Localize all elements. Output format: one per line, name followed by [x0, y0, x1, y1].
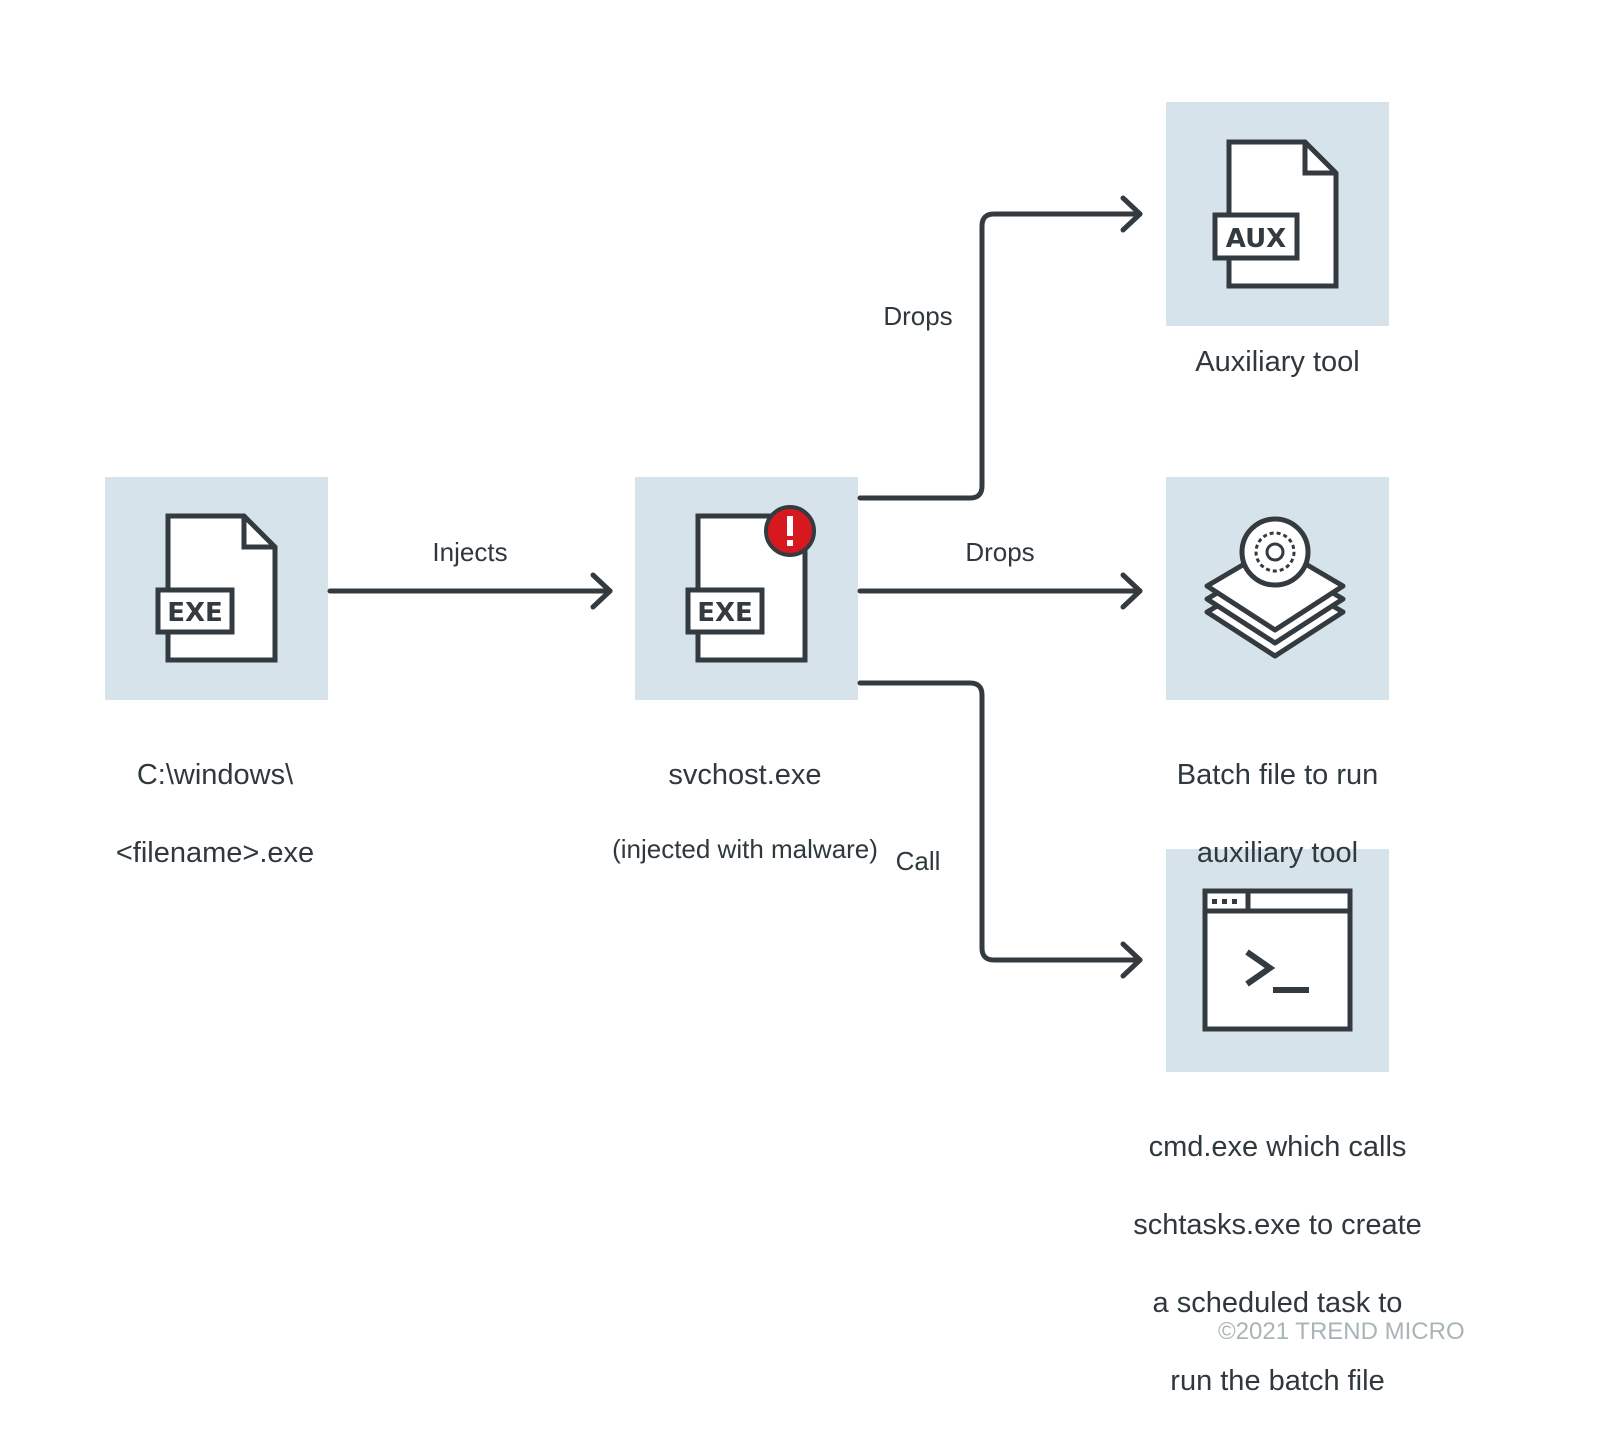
copyright: ©2021 TREND MICRO [1218, 1318, 1465, 1345]
batch-label-line: Batch file to run [1176, 759, 1379, 791]
injects-edge-label: Injects [432, 537, 508, 567]
cmd-node-label: cmd.exe which calls schtasks.exe to crea… [1090, 1089, 1465, 1440]
exe-file-alert-icon: EXE [685, 505, 816, 663]
source-label-line: C:\windows\ [136, 759, 294, 791]
svchost-label: svchost.exe [668, 759, 822, 791]
drops-aux-edge-label: Drops [883, 301, 953, 331]
exe-file-icon: EXE [155, 513, 278, 663]
cmd-label-line: schtasks.exe to create [1133, 1209, 1422, 1241]
batch-label-line: auxiliary tool [1196, 837, 1359, 869]
drops-batch-edge-label: Drops [965, 537, 1035, 567]
source-label-line: <filename>.exe [115, 837, 315, 869]
source-node-label: C:\windows\ <filename>.exe [60, 717, 370, 912]
aux-file-icon: AUX [1212, 139, 1339, 289]
cmd-label-line: cmd.exe which calls [1148, 1131, 1407, 1163]
svg-text:AUX: AUX [1226, 224, 1286, 254]
svg-text:EXE: EXE [167, 598, 223, 628]
cmd-label-line: run the batch file [1170, 1365, 1385, 1397]
call-edge-label: Call [895, 846, 941, 876]
injects-arrow [327, 572, 613, 610]
batch-node-label: Batch file to run auxiliary tool [1120, 717, 1435, 912]
svg-text:EXE: EXE [697, 598, 753, 628]
aux-node-label: Auxiliary tool [1195, 346, 1360, 378]
drops-batch-arrow [857, 572, 1143, 610]
drops-aux-arrow [857, 195, 1143, 501]
